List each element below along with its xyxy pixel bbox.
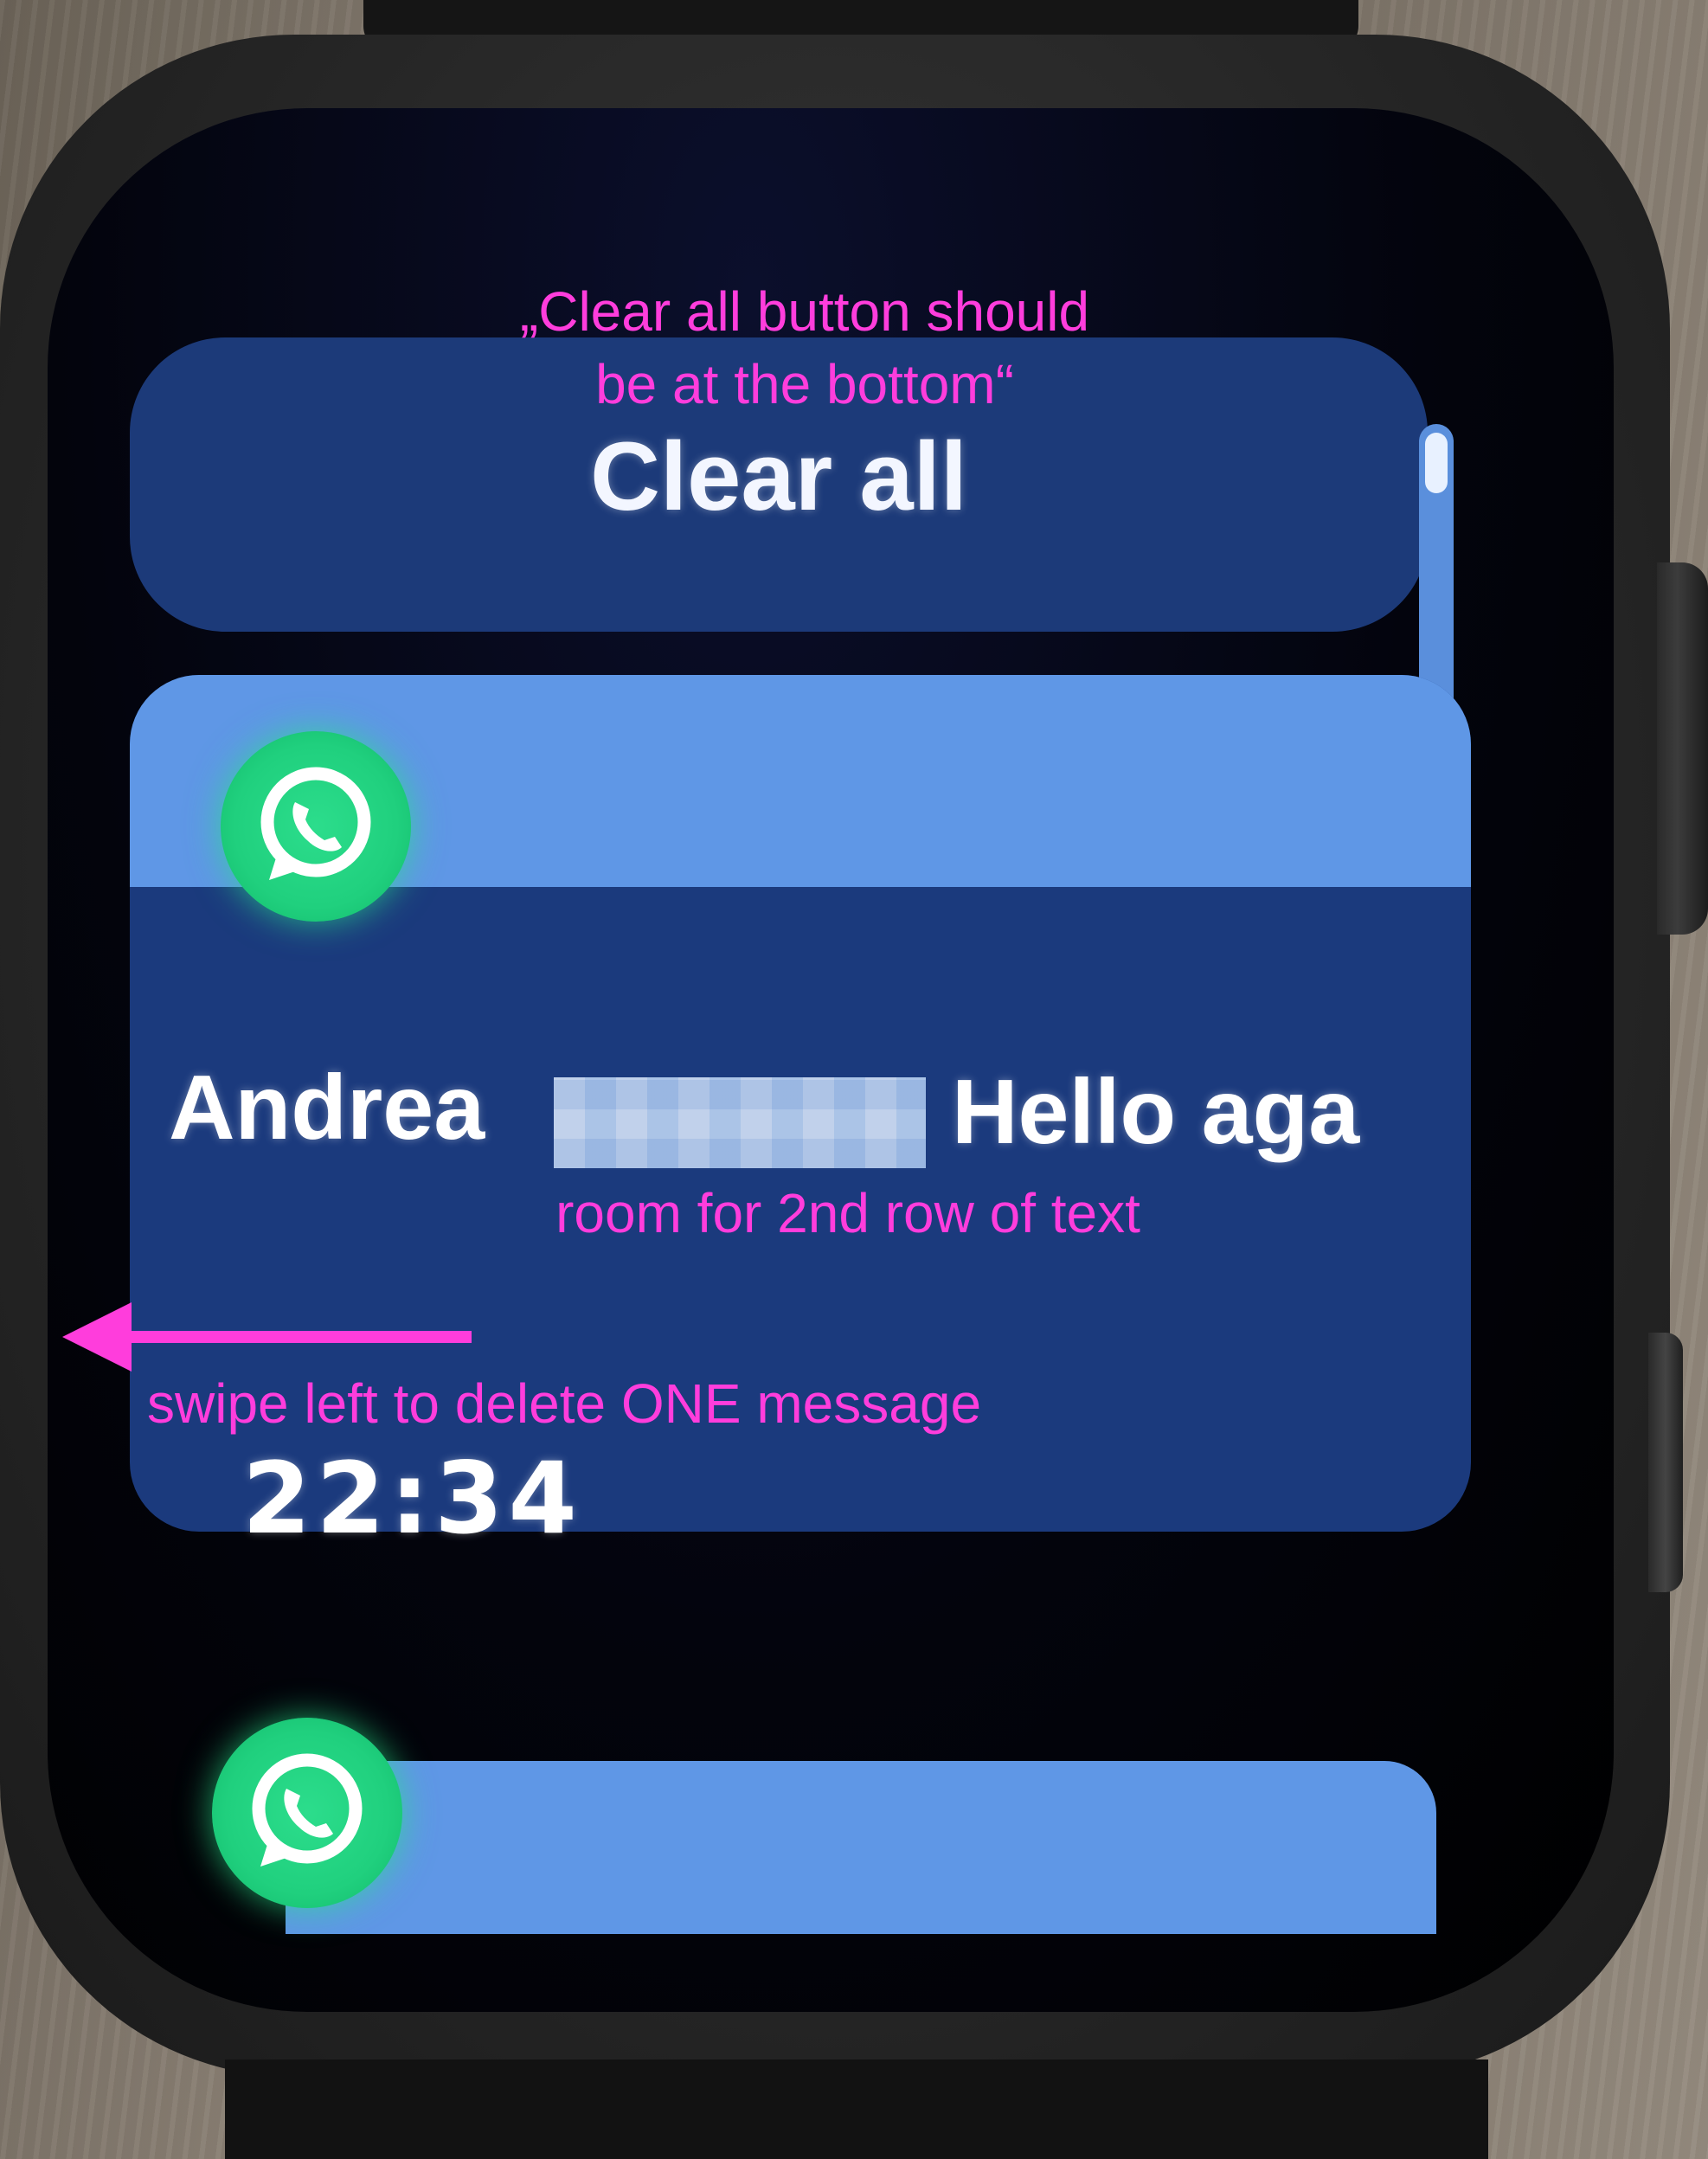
digital-crown[interactable] (1657, 562, 1708, 935)
annotation-second-row: room for 2nd row of text (555, 1182, 1140, 1244)
arrow-left-icon (62, 1302, 132, 1372)
notification-time: 22:34 (242, 1441, 582, 1556)
notification-sender: Andrea (169, 1057, 485, 1159)
scrollbar-thumb[interactable] (1425, 433, 1448, 493)
redacted-surname (554, 1077, 926, 1168)
whatsapp-icon (212, 1718, 402, 1908)
watch-strap-bottom (225, 2059, 1488, 2159)
clear-all-label: Clear all (590, 421, 967, 530)
whatsapp-icon (221, 731, 411, 922)
side-button[interactable] (1648, 1333, 1683, 1592)
annotation-swipe-delete: swipe left to delete ONE message (147, 1372, 982, 1435)
notification-card-2[interactable] (286, 1761, 1436, 1934)
swipe-arrow-icon (108, 1331, 472, 1343)
annotation-clear-all-position: „Clear all button should be at the botto… (519, 280, 1090, 415)
notification-preview: Hello aga (952, 1061, 1360, 1163)
